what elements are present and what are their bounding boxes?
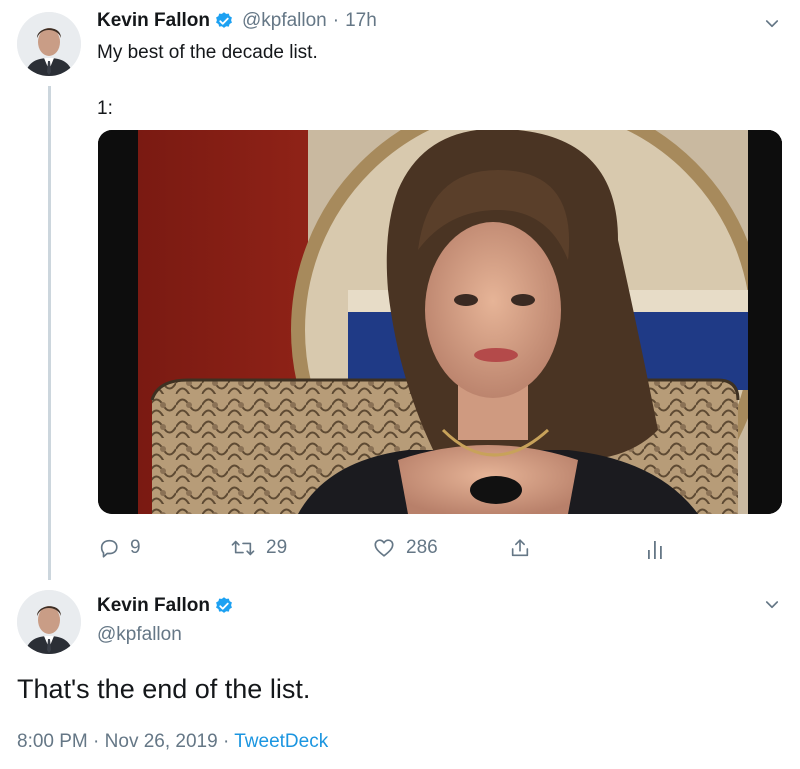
tweet-source-link[interactable]: TweetDeck (234, 731, 328, 752)
author-handle[interactable]: @kpfallon (242, 10, 327, 32)
tweet-timestamp[interactable]: 8:00 PM (17, 731, 88, 752)
analytics-button[interactable] (646, 538, 664, 560)
verified-badge-icon (216, 597, 232, 613)
like-button[interactable]: 286 (372, 537, 438, 559)
author-handle[interactable]: @kpfallon (97, 624, 182, 646)
tweet-media[interactable] (98, 130, 782, 514)
tweet-text: My best of the decade list. (97, 42, 318, 63)
separator-dot: · (332, 10, 340, 31)
retweet-icon (231, 540, 255, 556)
tweet-date[interactable]: Nov 26, 2019 (105, 731, 218, 752)
verified-badge-icon (216, 12, 232, 28)
retweet-count: 29 (266, 537, 288, 558)
author-name[interactable]: Kevin Fallon (97, 10, 210, 32)
tweet-header: Kevin Fallon @kpfallon · 17h (97, 10, 377, 32)
avatar[interactable] (17, 590, 81, 654)
thread-line (48, 86, 51, 580)
like-icon (374, 539, 394, 557)
avatar[interactable] (17, 12, 81, 76)
tweet-text: That's the end of the list. (17, 674, 311, 704)
share-icon (511, 539, 529, 557)
reply-icon (100, 539, 118, 558)
tweet-meta: 8:00 PM · Nov 26, 2019 · TweetDeck (17, 731, 328, 753)
chevron-down-icon[interactable] (763, 15, 781, 33)
reply-count: 9 (130, 537, 141, 558)
tweet-time[interactable]: 17h (345, 10, 377, 32)
tweet-header: Kevin Fallon (97, 595, 234, 617)
chevron-down-icon[interactable] (763, 596, 781, 614)
separator-dot: · (222, 731, 230, 752)
author-name[interactable]: Kevin Fallon (97, 595, 210, 617)
retweet-button[interactable]: 29 (230, 537, 287, 559)
tweet-subtext: 1: (97, 98, 113, 119)
reply-button[interactable]: 9 (98, 537, 141, 559)
analytics-icon (648, 541, 662, 559)
media-image (98, 130, 782, 514)
share-button[interactable] (509, 536, 531, 560)
separator-dot: · (93, 731, 100, 752)
like-count: 286 (406, 537, 438, 558)
